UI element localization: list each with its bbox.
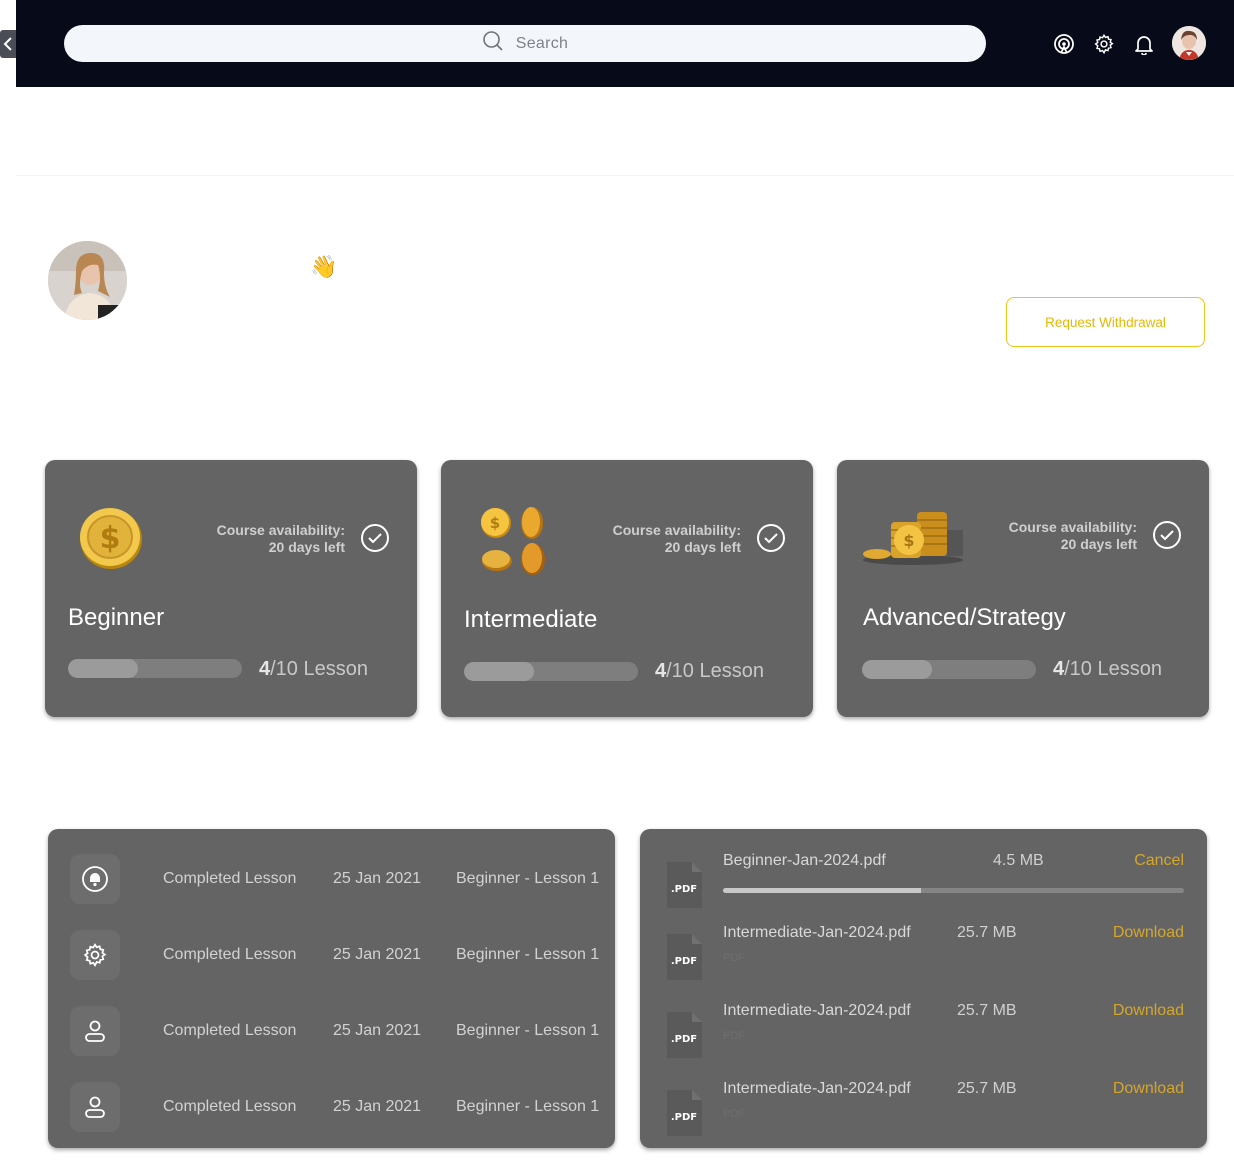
download-button[interactable]: Download (1113, 1080, 1184, 1098)
course-availability-label: Course availability: (612, 522, 741, 538)
download-button[interactable]: Download (1113, 924, 1184, 942)
activity-action: Completed Lesson (163, 946, 297, 963)
course-days-left: 20 days left (1060, 536, 1137, 552)
check-circle-icon (757, 524, 785, 552)
activity-row: Completed Lesson 25 Jan 2021 Beginner - … (70, 1082, 600, 1132)
svg-text:$: $ (100, 521, 121, 556)
activity-lesson: Beginner - Lesson 1 (456, 1022, 600, 1039)
file-size: 25.7 MB (957, 1002, 1017, 1019)
pdf-file-icon: .PDF (664, 860, 704, 910)
gold-coin-icon: $ (77, 504, 145, 577)
request-withdrawal-button[interactable]: Request Withdrawal (1006, 297, 1205, 347)
course-card-beginner[interactable]: $ Course availability: 20 days left Begi… (45, 460, 417, 717)
file-size: 4.5 MB (993, 852, 1044, 869)
gear-icon[interactable] (1092, 33, 1115, 56)
pdf-file-icon: .PDF (664, 1088, 704, 1138)
pdf-file-icon: .PDF (664, 932, 704, 982)
course-days-left: 20 days left (268, 539, 345, 555)
activity-date: 25 Jan 2021 (333, 1098, 422, 1115)
file-type: PDF (723, 1108, 745, 1120)
course-days-left: 20 days left (664, 539, 741, 555)
activity-action: Completed Lesson (163, 1098, 297, 1115)
files-panel: .PDF Beginner-Jan-2024.pdf 4.5 MB Cancel… (640, 829, 1207, 1148)
activity-action: Completed Lesson (163, 1022, 297, 1039)
activity-row: Completed Lesson 25 Jan 2021 Beginner - … (70, 1006, 600, 1056)
course-card-advanced[interactable]: $ Course availability: 20 days left Adva… (837, 460, 1209, 717)
file-name: Intermediate-Jan-2024.pdf (723, 1002, 911, 1019)
search-icon (482, 30, 504, 57)
file-badge: .PDF (671, 956, 697, 967)
search-placeholder: Search (515, 34, 569, 52)
course-title: Beginner (68, 604, 165, 631)
bell-icon (70, 854, 120, 904)
file-row: .PDF Intermediate-Jan-2024.pdf 25.7 MB D… (664, 1080, 1184, 1150)
user-icon (70, 1082, 120, 1132)
file-type: PDF (723, 952, 745, 964)
file-row: .PDF Intermediate-Jan-2024.pdf 25.7 MB D… (664, 1002, 1184, 1072)
gold-coins-icon: $ (477, 505, 551, 582)
cancel-upload-button[interactable]: Cancel (1134, 852, 1184, 870)
svg-text:$: $ (903, 531, 914, 550)
pdf-file-icon: .PDF (664, 1010, 704, 1060)
section-divider (16, 175, 1234, 176)
activity-row: Completed Lesson 25 Jan 2021 Beginner - … (70, 854, 600, 904)
check-circle-icon (361, 524, 389, 552)
activity-date: 25 Jan 2021 (333, 1022, 422, 1039)
file-row: .PDF Beginner-Jan-2024.pdf 4.5 MB Cancel (664, 852, 1184, 922)
gear-icon (70, 930, 120, 980)
upload-progress-bar (723, 888, 1184, 893)
activity-lesson: Beginner - Lesson 1 (456, 1098, 600, 1115)
wave-emoji: 👋 (310, 254, 338, 279)
course-progress-bar (464, 662, 638, 681)
course-title: Intermediate (464, 606, 598, 633)
download-button[interactable]: Download (1113, 1002, 1184, 1020)
activity-panel: Completed Lesson 25 Jan 2021 Beginner - … (48, 829, 615, 1148)
file-size: 25.7 MB (957, 1080, 1017, 1097)
course-lesson-count: 4/10 Lesson (259, 658, 368, 680)
svg-text:$: $ (490, 514, 500, 532)
top-navigation-bar: Search (16, 0, 1234, 87)
coin-stacks-icon: $ (861, 502, 965, 571)
file-size: 25.7 MB (957, 924, 1017, 941)
activity-action: Completed Lesson (163, 870, 297, 887)
search-input[interactable]: Search (64, 25, 986, 62)
course-availability-label: Course availability: (1008, 519, 1137, 535)
file-type: PDF (723, 1030, 745, 1042)
activity-date: 25 Jan 2021 (333, 946, 422, 963)
file-row: .PDF Intermediate-Jan-2024.pdf 25.7 MB D… (664, 924, 1184, 994)
course-progress-bar (862, 660, 1036, 679)
file-badge: .PDF (671, 884, 697, 895)
course-lesson-count: 4/10 Lesson (655, 660, 764, 682)
user-icon (70, 1006, 120, 1056)
avatar[interactable] (1172, 26, 1206, 60)
course-progress-bar (68, 659, 242, 678)
course-lesson-count: 4/10 Lesson (1053, 658, 1162, 680)
course-availability-label: Course availability: (216, 522, 345, 538)
file-badge: .PDF (671, 1112, 697, 1123)
activity-date: 25 Jan 2021 (333, 870, 422, 887)
profile-avatar (48, 241, 127, 320)
bell-icon[interactable] (1132, 33, 1155, 56)
course-title: Advanced/Strategy (863, 604, 1066, 631)
activity-lesson: Beginner - Lesson 1 (456, 870, 600, 887)
file-badge: .PDF (671, 1034, 697, 1045)
course-card-intermediate[interactable]: $ Course availability: 20 days left Inte… (441, 460, 813, 717)
activity-lesson: Beginner - Lesson 1 (456, 946, 600, 963)
file-name: Intermediate-Jan-2024.pdf (723, 1080, 911, 1097)
check-circle-icon (1153, 521, 1181, 549)
activity-row: Completed Lesson 25 Jan 2021 Beginner - … (70, 930, 600, 980)
file-name: Beginner-Jan-2024.pdf (723, 852, 886, 869)
broadcast-icon[interactable] (1052, 33, 1075, 56)
file-name: Intermediate-Jan-2024.pdf (723, 924, 911, 941)
